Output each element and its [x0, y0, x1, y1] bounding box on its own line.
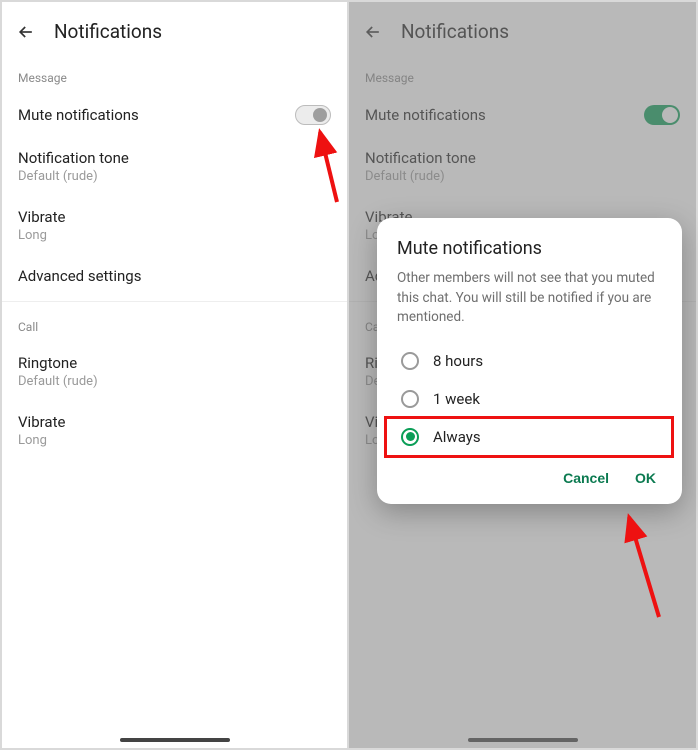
- tone-label: Notification tone: [18, 149, 129, 167]
- mute-label: Mute notifications: [365, 106, 486, 124]
- screen-notifications-right: Notifications Message Mute notifications…: [349, 2, 696, 748]
- row-mute-notifications[interactable]: Mute notifications: [349, 93, 696, 137]
- mute-dialog: Mute notifications Other members will no…: [377, 218, 682, 504]
- radio-option-1week[interactable]: 1 week: [397, 380, 662, 418]
- ok-button[interactable]: OK: [635, 470, 656, 486]
- ringtone-value: Default (rude): [18, 374, 98, 389]
- radio-label: 1 week: [433, 390, 480, 408]
- divider: [2, 301, 347, 302]
- radio-icon: [401, 428, 419, 446]
- back-arrow-icon[interactable]: [16, 22, 36, 42]
- page-title: Notifications: [54, 20, 162, 43]
- row-advanced-settings[interactable]: Advanced settings: [2, 255, 347, 297]
- radio-icon: [401, 390, 419, 408]
- screen-notifications-left: Notifications Message Mute notifications…: [2, 2, 349, 748]
- radio-option-8hours[interactable]: 8 hours: [397, 342, 662, 380]
- section-label-message: Message: [2, 57, 347, 93]
- tone-value: Default (rude): [18, 169, 98, 184]
- dialog-title: Mute notifications: [397, 238, 662, 259]
- mute-switch[interactable]: [295, 105, 331, 125]
- row-notification-tone[interactable]: Notification tone Default (rude): [2, 137, 347, 196]
- radio-label: Always: [433, 428, 481, 446]
- nav-handle[interactable]: [468, 738, 578, 742]
- row-notification-tone[interactable]: Notification tone Default (rude): [349, 137, 696, 196]
- nav-handle[interactable]: [120, 738, 230, 742]
- page-title: Notifications: [401, 20, 509, 43]
- header: Notifications: [349, 2, 696, 57]
- section-label-message: Message: [349, 57, 696, 93]
- mute-switch[interactable]: [644, 105, 680, 125]
- row-ringtone[interactable]: Ringtone Default (rude): [2, 342, 347, 401]
- vibrate-call-value: Long: [18, 433, 47, 448]
- vibrate-value: Long: [18, 228, 47, 243]
- dialog-actions: Cancel OK: [397, 456, 662, 492]
- row-vibrate-call[interactable]: Vibrate Long: [2, 401, 347, 460]
- row-vibrate-message[interactable]: Vibrate Long: [2, 196, 347, 255]
- header: Notifications: [2, 2, 347, 57]
- radio-option-always[interactable]: Always: [397, 418, 662, 456]
- dialog-body: Other members will not see that you mute…: [397, 269, 662, 328]
- row-mute-notifications[interactable]: Mute notifications: [2, 93, 347, 137]
- radio-icon: [401, 352, 419, 370]
- tone-value: Default (rude): [365, 169, 445, 184]
- section-label-call: Call: [2, 306, 347, 342]
- back-arrow-icon[interactable]: [363, 22, 383, 42]
- mute-label: Mute notifications: [18, 106, 139, 124]
- advanced-label: Advanced settings: [18, 267, 141, 285]
- annotation-arrow-right: [599, 507, 689, 627]
- vibrate-call-label: Vibrate: [18, 413, 65, 431]
- cancel-button[interactable]: Cancel: [563, 470, 609, 486]
- vibrate-label: Vibrate: [18, 208, 65, 226]
- radio-label: 8 hours: [433, 352, 483, 370]
- ringtone-label: Ringtone: [18, 354, 77, 372]
- tone-label: Notification tone: [365, 149, 476, 167]
